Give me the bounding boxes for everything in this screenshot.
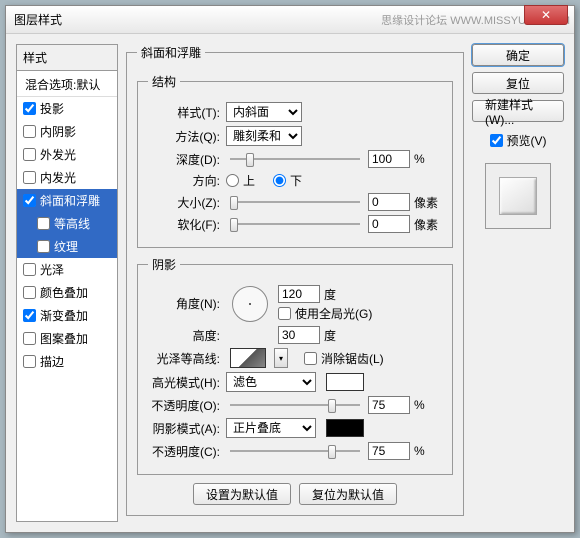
layer-style-dialog: 图层样式 思缘设计论坛 WWW.MISSYUAN.COM ✕ 样式 混合选项:默… [5, 5, 575, 533]
style-checkbox[interactable] [23, 171, 36, 184]
style-checkbox[interactable] [23, 148, 36, 161]
preview-checkbox[interactable] [490, 134, 503, 147]
window-title: 图层样式 [14, 11, 381, 28]
preview-label: 预览(V) [507, 132, 547, 149]
style-item-9[interactable]: 渐变叠加 [17, 304, 117, 327]
style-item-5[interactable]: 等高线 [17, 212, 117, 235]
cancel-button[interactable]: 复位 [472, 72, 564, 94]
settings-panel: 斜面和浮雕 结构 样式(T): 内斜面 方法(Q): 雕刻柔和 深度(D): [126, 44, 464, 522]
style-label: 内发光 [40, 169, 76, 186]
highlight-color-swatch[interactable] [326, 373, 364, 391]
action-panel: 确定 复位 新建样式(W)... 预览(V) [472, 44, 564, 522]
panel-title: 斜面和浮雕 [137, 44, 205, 61]
shadow-opacity-slider[interactable] [230, 442, 360, 460]
style-label: 描边 [40, 353, 64, 370]
style-label: 外发光 [40, 146, 76, 163]
angle-dial[interactable] [232, 286, 268, 322]
style-checkbox[interactable] [23, 332, 36, 345]
shadow-opacity-input[interactable] [368, 442, 410, 460]
global-light-checkbox[interactable] [278, 307, 291, 320]
style-checkbox[interactable] [37, 240, 50, 253]
style-checkbox[interactable] [23, 263, 36, 276]
style-label: 颜色叠加 [40, 284, 88, 301]
preview-box [485, 163, 551, 229]
style-list-panel: 样式 混合选项:默认 投影内阴影外发光内发光斜面和浮雕等高线纹理光泽颜色叠加渐变… [16, 44, 118, 522]
style-list: 混合选项:默认 投影内阴影外发光内发光斜面和浮雕等高线纹理光泽颜色叠加渐变叠加图… [17, 71, 117, 375]
style-checkbox[interactable] [23, 309, 36, 322]
angle-input[interactable] [278, 285, 320, 303]
new-style-button[interactable]: 新建样式(W)... [472, 100, 564, 122]
depth-input[interactable] [368, 150, 410, 168]
style-checkbox[interactable] [23, 355, 36, 368]
shadow-mode-select[interactable]: 正片叠底 [226, 418, 316, 438]
style-item-10[interactable]: 图案叠加 [17, 327, 117, 350]
soften-input[interactable] [368, 215, 410, 233]
style-checkbox[interactable] [23, 125, 36, 138]
style-checkbox[interactable] [23, 102, 36, 115]
style-item-2[interactable]: 外发光 [17, 143, 117, 166]
style-item-0[interactable]: 投影 [17, 97, 117, 120]
technique-select[interactable]: 雕刻柔和 [226, 126, 302, 146]
style-item-7[interactable]: 光泽 [17, 258, 117, 281]
style-item-11[interactable]: 描边 [17, 350, 117, 373]
titlebar[interactable]: 图层样式 思缘设计论坛 WWW.MISSYUAN.COM ✕ [6, 6, 574, 34]
shading-group: 阴影 角度(N): 度 使用全局光(G) [137, 256, 453, 475]
style-label: 投影 [40, 100, 64, 117]
close-button[interactable]: ✕ [524, 5, 568, 25]
structure-group: 结构 样式(T): 内斜面 方法(Q): 雕刻柔和 深度(D): % [137, 73, 453, 248]
style-label: 纹理 [54, 238, 78, 255]
style-list-header: 样式 [17, 45, 117, 71]
style-item-3[interactable]: 内发光 [17, 166, 117, 189]
size-input[interactable] [368, 193, 410, 211]
close-icon: ✕ [541, 8, 551, 22]
style-item-6[interactable]: 纹理 [17, 235, 117, 258]
chevron-down-icon[interactable]: ▾ [274, 348, 288, 368]
blend-options-default[interactable]: 混合选项:默认 [17, 73, 117, 97]
antialias-checkbox[interactable] [304, 352, 317, 365]
direction-up-radio[interactable] [226, 174, 239, 187]
style-item-8[interactable]: 颜色叠加 [17, 281, 117, 304]
ok-button[interactable]: 确定 [472, 44, 564, 66]
style-item-4[interactable]: 斜面和浮雕 [17, 189, 117, 212]
style-label: 光泽 [40, 261, 64, 278]
style-label: 图案叠加 [40, 330, 88, 347]
style-checkbox[interactable] [23, 194, 36, 207]
bevel-emboss-group: 斜面和浮雕 结构 样式(T): 内斜面 方法(Q): 雕刻柔和 深度(D): [126, 44, 464, 516]
direction-down-radio[interactable] [273, 174, 286, 187]
preview-swatch [499, 177, 537, 215]
soften-slider[interactable] [230, 215, 360, 233]
altitude-input[interactable] [278, 326, 320, 344]
gloss-contour-picker[interactable] [230, 348, 266, 368]
highlight-opacity-slider[interactable] [230, 396, 360, 414]
highlight-opacity-input[interactable] [368, 396, 410, 414]
highlight-mode-select[interactable]: 滤色 [226, 372, 316, 392]
style-select[interactable]: 内斜面 [226, 102, 302, 122]
reset-default-button[interactable]: 复位为默认值 [299, 483, 397, 505]
style-label: 等高线 [54, 215, 90, 232]
style-item-1[interactable]: 内阴影 [17, 120, 117, 143]
shadow-color-swatch[interactable] [326, 419, 364, 437]
make-default-button[interactable]: 设置为默认值 [193, 483, 291, 505]
style-checkbox[interactable] [23, 286, 36, 299]
size-slider[interactable] [230, 193, 360, 211]
style-label: 渐变叠加 [40, 307, 88, 324]
style-label: 斜面和浮雕 [40, 192, 100, 209]
style-label: 内阴影 [40, 123, 76, 140]
depth-slider[interactable] [230, 150, 360, 168]
style-checkbox[interactable] [37, 217, 50, 230]
